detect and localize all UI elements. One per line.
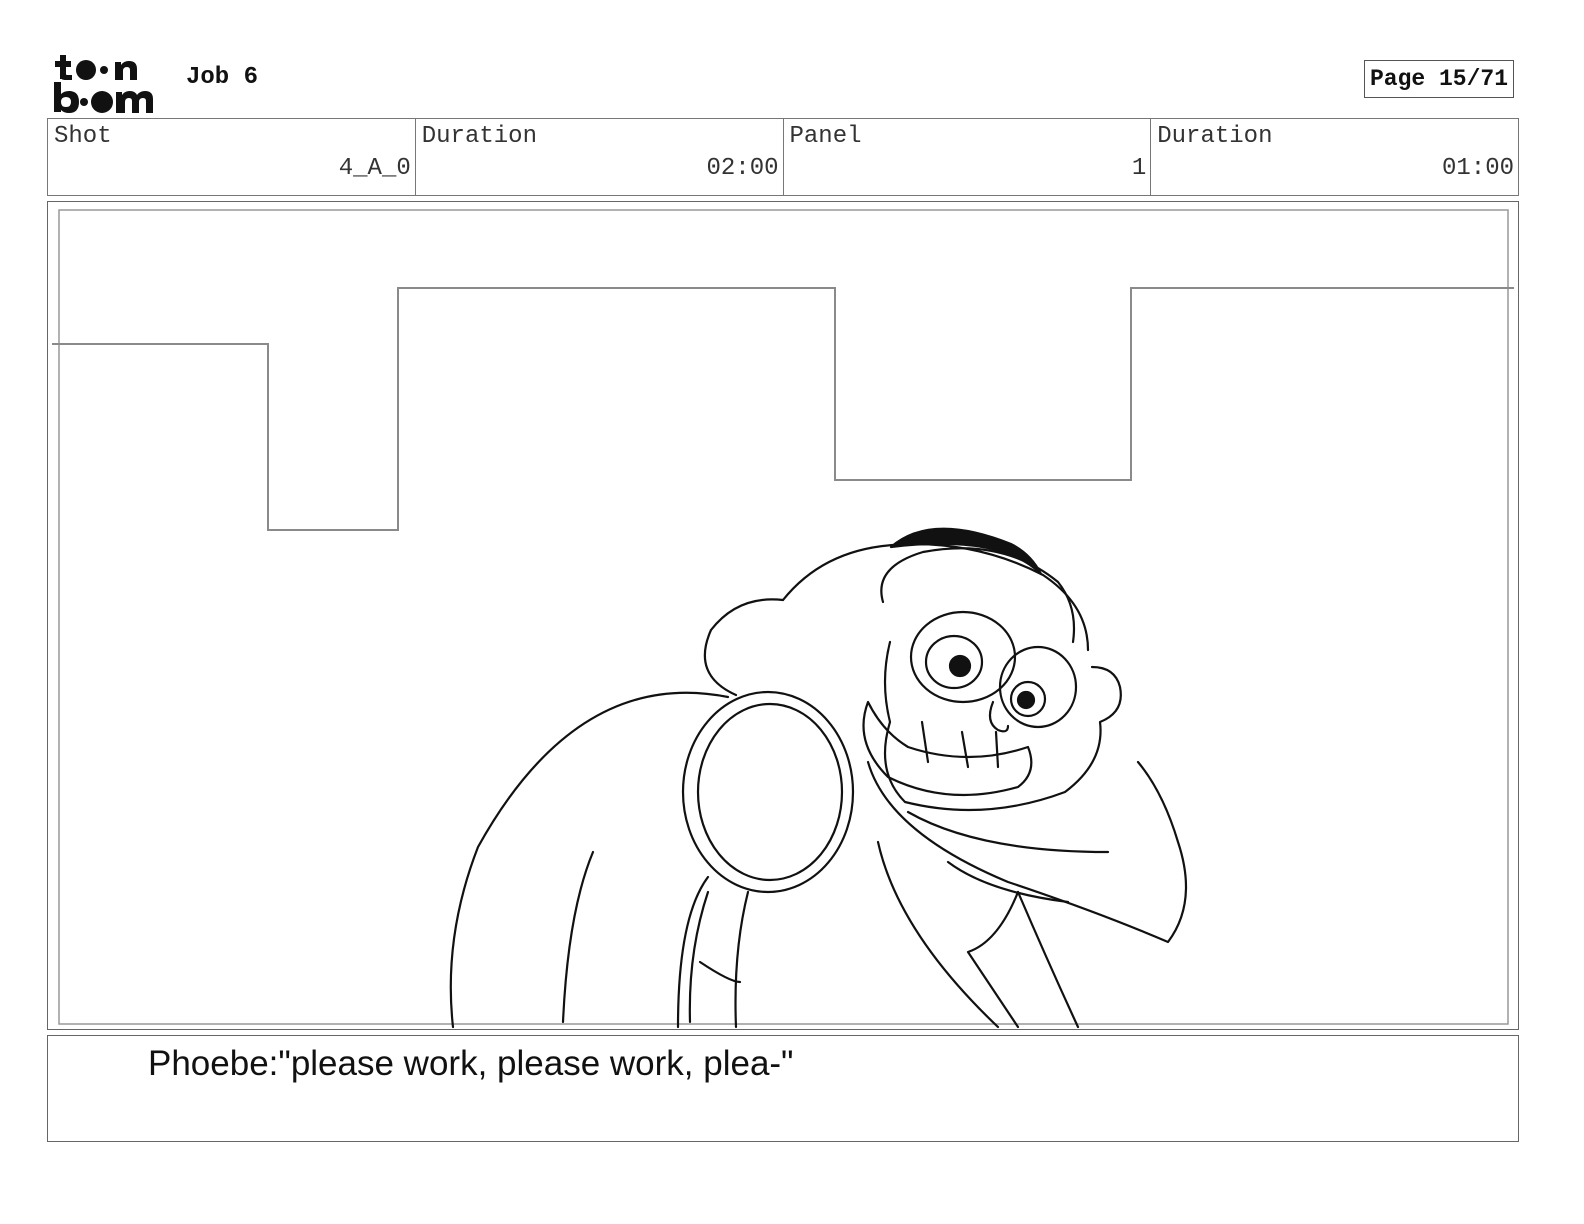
storyboard-panel-frame (47, 201, 1519, 1030)
toon-boom-logo (52, 52, 164, 114)
safe-area-frame (58, 209, 1509, 1025)
shot-info-table: Shot 4_A_0 Duration 02:00 Panel 1 Durati… (47, 118, 1519, 196)
panel-duration-value: 01:00 (1441, 155, 1514, 182)
panel-value: 1 (1131, 155, 1147, 182)
shot-value: 4_A_0 (338, 155, 411, 182)
dialogue-text: Phoebe:"please work, please work, plea-" (148, 1044, 794, 1083)
job-title: Job 6 (186, 64, 259, 91)
character-sketch (449, 527, 1188, 1029)
background-skyline (52, 287, 1514, 531)
panel-label: Panel (789, 123, 862, 150)
shot-duration-cell: Duration 02:00 (416, 119, 784, 195)
panel-cell: Panel 1 (784, 119, 1152, 195)
storyboard-sketch (52, 209, 1514, 1029)
dialogue-box: Phoebe:"please work, please work, plea-" (47, 1035, 1519, 1142)
shot-cell: Shot 4_A_0 (48, 119, 416, 195)
page-indicator: Page 15/71 (1364, 60, 1514, 98)
shot-duration-value: 02:00 (706, 155, 779, 182)
panel-duration-cell: Duration 01:00 (1151, 119, 1518, 195)
shot-label: Shot (54, 123, 112, 150)
panel-duration-label: Duration (1157, 123, 1273, 150)
shot-duration-label: Duration (421, 123, 537, 150)
